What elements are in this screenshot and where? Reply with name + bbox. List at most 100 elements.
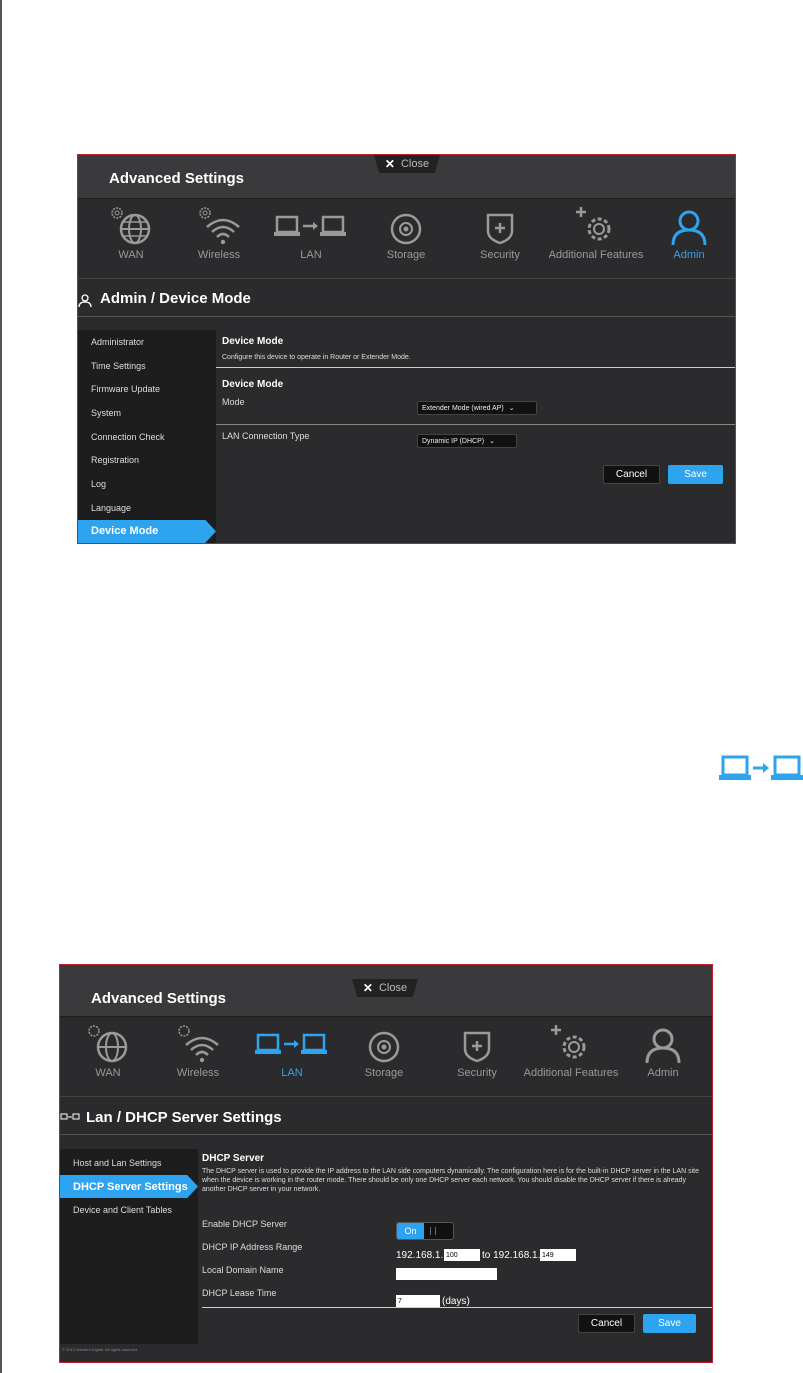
close-label: Close	[378, 982, 408, 994]
save-button[interactable]: Save	[643, 1314, 696, 1333]
nav-admin[interactable]: Admin	[618, 1017, 708, 1079]
wifi-icon	[178, 1025, 219, 1063]
lease-time-input[interactable]: 7	[396, 1295, 440, 1307]
nav-admin-label: Admin	[647, 1067, 679, 1079]
chevron-down-icon: ⌄	[508, 405, 515, 412]
content-area: DHCP Server The DHCP server is used to p…	[198, 1137, 712, 1344]
copyright-text: © 2013 Western Digital. All rights reser…	[62, 1347, 139, 1352]
disc-icon	[390, 213, 422, 245]
nav-lan[interactable]: LAN	[247, 1017, 337, 1079]
shield-icon	[463, 1031, 491, 1063]
page-header: Lan / DHCP Server Settings	[60, 1099, 712, 1135]
enable-dhcp-toggle[interactable]: On	[396, 1222, 454, 1240]
advanced-settings-title: Advanced Settings	[91, 990, 227, 1007]
nav-wireless-label: Wireless	[197, 249, 241, 261]
nav-additional-features[interactable]: Additional Features	[546, 199, 646, 261]
nav-lan-label: LAN	[300, 249, 322, 261]
lan-type-select-value: Dynamic IP (DHCP)	[422, 437, 485, 445]
nav-wan[interactable]: WAN	[86, 199, 176, 261]
disc-icon	[368, 1031, 400, 1063]
section-description: Configure this device to operate in Rout…	[222, 354, 411, 361]
sidebar-item-device-client-tables[interactable]: Device and Client Tables	[60, 1198, 198, 1222]
nav-storage[interactable]: Storage	[361, 199, 451, 261]
nav-wan-label: WAN	[95, 1067, 121, 1079]
nav-lan-label: LAN	[281, 1067, 303, 1079]
nav-security[interactable]: Security	[455, 199, 545, 261]
nav-security[interactable]: Security	[432, 1017, 522, 1079]
ip-range-to-text: to 192.168.1.	[482, 1250, 541, 1261]
ip-range-start-input[interactable]: 100	[444, 1249, 480, 1261]
close-button[interactable]: ✕ Close	[352, 979, 418, 997]
sidebar-item-registration[interactable]: Registration	[78, 448, 216, 472]
enable-dhcp-label: Enable DHCP Server	[202, 1219, 287, 1229]
user-icon	[671, 210, 707, 245]
nav-wan-label: WAN	[118, 249, 144, 261]
chevron-down-icon: ⌄	[489, 438, 495, 445]
lan-type-select[interactable]: Dynamic IP (DHCP) ⌄	[417, 434, 517, 448]
advanced-settings-panel-admin: Advanced Settings ✕ Close WAN Wireless L…	[77, 154, 736, 544]
nav-lan[interactable]: LAN	[266, 199, 356, 261]
close-icon: ✕	[384, 157, 395, 171]
nav-wireless[interactable]: Wireless	[153, 1017, 243, 1079]
globe-icon	[111, 207, 151, 245]
lease-unit-text: (days)	[442, 1296, 470, 1307]
ip-range-prefix: 192.168.1.	[396, 1250, 444, 1261]
mode-select[interactable]: Extender Mode (wired AP) ⌄	[417, 401, 537, 415]
toggle-grip-icon	[430, 1227, 436, 1235]
cancel-button[interactable]: Cancel	[603, 465, 660, 484]
advanced-settings-title: Advanced Settings	[109, 170, 245, 187]
section-description: The DHCP server is used to provide the I…	[202, 1168, 699, 1193]
sidebar: Administrator Time Settings Firmware Upd…	[78, 330, 216, 543]
sidebar-item-administrator[interactable]: Administrator	[78, 330, 216, 354]
sidebar-item-language[interactable]: Language	[78, 496, 216, 520]
ip-range-end-input[interactable]: 149	[540, 1249, 576, 1261]
nav-admin[interactable]: Admin	[644, 199, 734, 261]
nav-additional-features[interactable]: Additional Features	[521, 1017, 621, 1079]
sidebar-item-connection-check[interactable]: Connection Check	[78, 425, 216, 449]
sidebar-item-log[interactable]: Log	[78, 472, 216, 496]
globe-icon	[88, 1025, 128, 1063]
category-nav: WAN Wireless LAN Storage Security Additi…	[60, 1017, 712, 1097]
section-title: Device Mode	[222, 336, 284, 347]
save-button[interactable]: Save	[668, 465, 723, 484]
domain-name-input[interactable]	[396, 1268, 497, 1280]
nav-wireless-label: Wireless	[176, 1067, 220, 1079]
divider	[216, 367, 735, 368]
ip-range-label: DHCP IP Address Range	[202, 1242, 303, 1252]
nav-security-label: Security	[457, 1067, 497, 1079]
page-left-border	[0, 0, 2, 1373]
nav-security-label: Security	[480, 249, 520, 261]
sidebar-item-device-mode[interactable]: Device Mode	[78, 519, 216, 543]
nav-wireless[interactable]: Wireless	[174, 199, 264, 261]
close-label: Close	[400, 158, 430, 170]
sidebar-item-dhcp-server-settings[interactable]: DHCP Server Settings	[60, 1174, 198, 1199]
lease-time-label: DHCP Lease Time	[202, 1288, 277, 1298]
gear-plus-icon	[551, 1025, 586, 1059]
shield-icon	[486, 213, 514, 245]
divider	[216, 424, 735, 425]
cancel-button[interactable]: Cancel	[578, 1314, 635, 1333]
nav-additional-features-label: Additional Features	[548, 249, 644, 261]
lan-icon	[274, 215, 346, 236]
close-icon: ✕	[362, 981, 373, 995]
nav-additional-features-label: Additional Features	[523, 1067, 619, 1079]
sidebar-item-firmware-update[interactable]: Firmware Update	[78, 377, 216, 401]
wifi-icon	[199, 207, 240, 245]
sidebar-item-time-settings[interactable]: Time Settings	[78, 354, 216, 378]
close-button[interactable]: ✕ Close	[374, 155, 440, 173]
section-title: DHCP Server	[202, 1153, 265, 1164]
nav-admin-label: Admin	[673, 249, 705, 261]
sidebar-item-host-lan-settings[interactable]: Host and Lan Settings	[60, 1151, 198, 1175]
gear-plus-icon	[576, 207, 611, 241]
nav-wan[interactable]: WAN	[63, 1017, 153, 1079]
sidebar-item-system[interactable]: System	[78, 401, 216, 425]
lan-icon	[255, 1033, 327, 1054]
lan-icon	[719, 755, 803, 780]
advanced-settings-panel-lan: Advanced Settings ✕ Close WAN Wireless L…	[59, 964, 713, 1363]
footer: © 2013 Western Digital. All rights reser…	[60, 1344, 712, 1362]
content-area: Device Mode Configure this device to ope…	[216, 318, 735, 543]
toggle-on-label: On	[397, 1223, 424, 1239]
nav-storage[interactable]: Storage	[339, 1017, 429, 1079]
category-nav: WAN Wireless LAN Storage Security Additi…	[78, 199, 735, 279]
divider	[202, 1307, 712, 1308]
